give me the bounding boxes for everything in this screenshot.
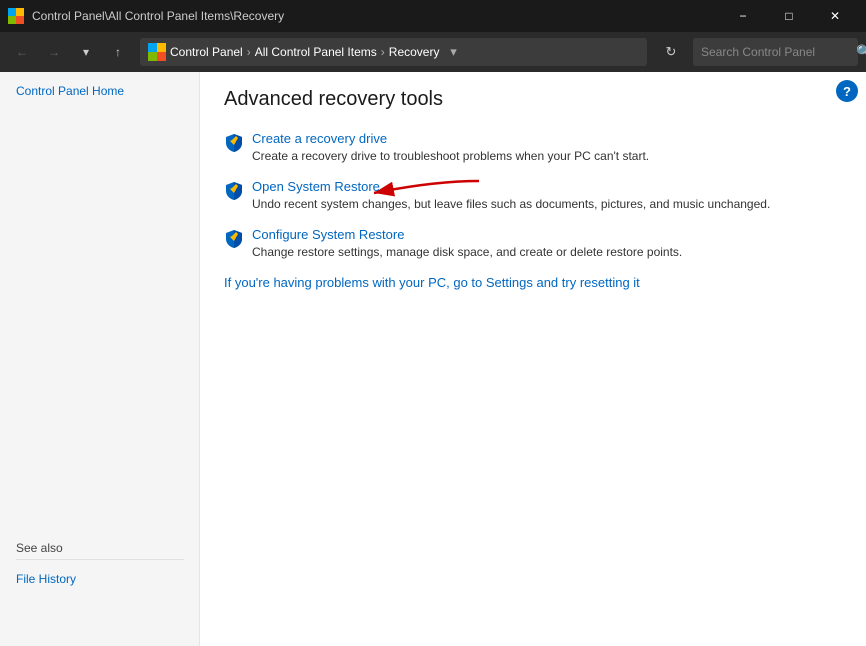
main-panel: ? Advanced recovery tools Create a recov… bbox=[200, 72, 866, 646]
up-button[interactable]: ↑ bbox=[104, 38, 132, 66]
configure-restore-item: Configure System Restore Change restore … bbox=[224, 227, 842, 259]
address-part-3: Recovery bbox=[389, 45, 440, 59]
address-icon bbox=[148, 43, 166, 61]
recovery-drive-item: Create a recovery drive Create a recover… bbox=[224, 131, 842, 163]
back-button[interactable]: ← bbox=[8, 38, 36, 66]
system-restore-item: Open System Restore Undo recent system c… bbox=[224, 179, 842, 211]
search-input[interactable] bbox=[701, 45, 856, 59]
titlebar-icon bbox=[8, 8, 24, 24]
open-system-restore-link[interactable]: Open System Restore bbox=[252, 179, 770, 194]
system-restore-desc: Undo recent system changes, but leave fi… bbox=[252, 197, 770, 211]
create-recovery-drive-link[interactable]: Create a recovery drive bbox=[252, 131, 649, 146]
titlebar-controls: − □ ✕ bbox=[720, 0, 858, 32]
file-history-link[interactable]: File History bbox=[16, 572, 184, 586]
page-title: Advanced recovery tools bbox=[224, 88, 842, 111]
sidebar-separator bbox=[16, 559, 184, 560]
sidebar: Control Panel Home See also File History bbox=[0, 72, 200, 646]
address-dropdown-button[interactable]: ▾ bbox=[443, 38, 463, 66]
see-also-label: See also bbox=[16, 541, 63, 555]
forward-button[interactable]: → bbox=[40, 38, 68, 66]
shield-icon-3 bbox=[224, 228, 244, 248]
content-area: Control Panel Home See also File History… bbox=[0, 72, 866, 646]
titlebar: Control Panel\All Control Panel Items\Re… bbox=[0, 0, 866, 32]
address-part-1: Control Panel bbox=[170, 45, 243, 59]
close-button[interactable]: ✕ bbox=[812, 0, 858, 32]
address-text: Control Panel › All Control Panel Items … bbox=[170, 45, 439, 59]
help-button[interactable]: ? bbox=[836, 80, 858, 102]
navbar: ← → ▾ ↑ Control Panel › All Control Pane… bbox=[0, 32, 866, 72]
recovery-drive-content: Create a recovery drive Create a recover… bbox=[252, 131, 649, 163]
shield-icon-1 bbox=[224, 132, 244, 152]
sidebar-home-link[interactable]: Control Panel Home bbox=[16, 84, 183, 98]
search-box[interactable]: 🔍 bbox=[693, 38, 858, 66]
configure-restore-content: Configure System Restore Change restore … bbox=[252, 227, 682, 259]
system-restore-content: Open System Restore Undo recent system c… bbox=[252, 179, 770, 211]
recovery-drive-desc: Create a recovery drive to troubleshoot … bbox=[252, 149, 649, 163]
reset-pc-link[interactable]: If you're having problems with your PC, … bbox=[224, 275, 842, 290]
address-bar[interactable]: Control Panel › All Control Panel Items … bbox=[140, 38, 647, 66]
configure-restore-desc: Change restore settings, manage disk spa… bbox=[252, 245, 682, 259]
minimize-button[interactable]: − bbox=[720, 0, 766, 32]
shield-icon-2 bbox=[224, 180, 244, 200]
titlebar-title: Control Panel\All Control Panel Items\Re… bbox=[32, 9, 720, 23]
recent-locations-button[interactable]: ▾ bbox=[72, 38, 100, 66]
search-icon[interactable]: 🔍 bbox=[856, 44, 866, 60]
refresh-button[interactable]: ↻ bbox=[657, 38, 685, 66]
configure-system-restore-link[interactable]: Configure System Restore bbox=[252, 227, 682, 242]
maximize-button[interactable]: □ bbox=[766, 0, 812, 32]
address-part-2: All Control Panel Items bbox=[255, 45, 377, 59]
